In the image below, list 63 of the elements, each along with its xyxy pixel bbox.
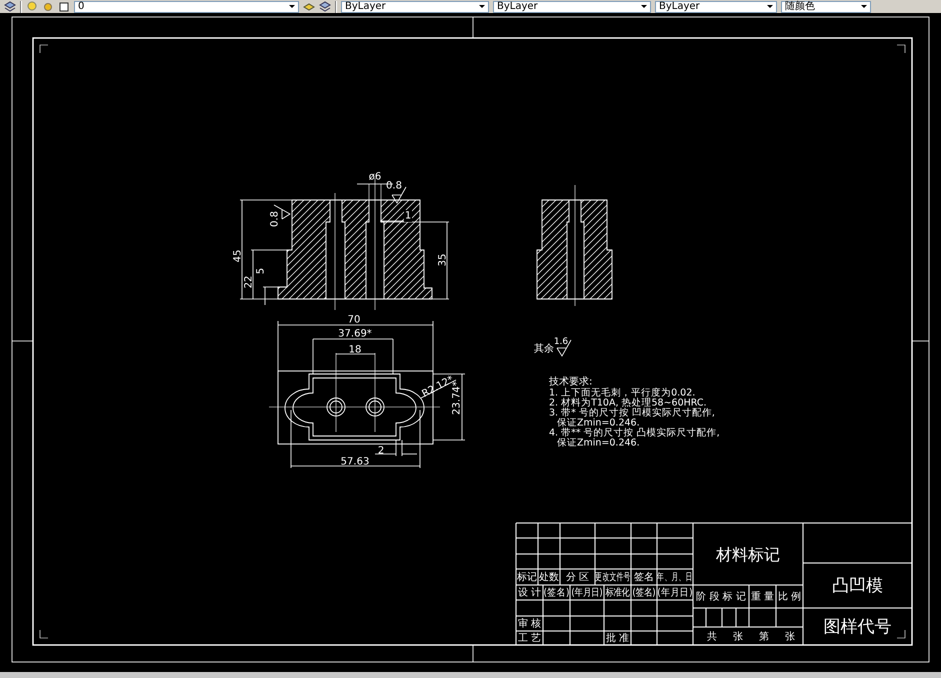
dimension-label: 1 bbox=[404, 210, 412, 222]
stack-icon[interactable] bbox=[4, 1, 16, 12]
dimension-label: 23.74* bbox=[452, 381, 462, 415]
scrollbar[interactable] bbox=[0, 672, 941, 678]
caret-icon bbox=[479, 5, 485, 8]
plot-style-dropdown[interactable]: 随颜色 bbox=[781, 0, 871, 12]
requirement-line: 2. 材料为T10A, 热处理58~60HRC. bbox=[549, 398, 707, 408]
caret-icon bbox=[861, 5, 867, 8]
sheet-count-label: 张 bbox=[785, 632, 795, 642]
table-label: (签名) bbox=[544, 587, 570, 599]
column-header: 分 区 bbox=[566, 572, 590, 583]
dimension-label: 2 bbox=[378, 446, 384, 456]
table-label: 设 计 bbox=[518, 588, 542, 598]
layers-icon[interactable] bbox=[303, 1, 315, 12]
requirement-line: 1. 上下面无毛刺，平行度为0.02. bbox=[549, 388, 696, 398]
dimension-label: 35 bbox=[438, 254, 448, 266]
table-label: 工 艺 bbox=[518, 633, 542, 644]
roughness-value: 1.6 bbox=[554, 337, 568, 347]
color-dropdown[interactable]: ByLayer bbox=[341, 0, 489, 12]
sheet-count-label: 第 bbox=[759, 632, 769, 642]
part-name: 凸凹模 bbox=[832, 576, 883, 596]
column-header: 更改文件号 bbox=[595, 572, 631, 584]
roughness-note-label: 其余 bbox=[534, 344, 554, 354]
column-header: 年、月、日 bbox=[657, 572, 693, 584]
dimension-label: 5 bbox=[256, 268, 266, 274]
sheet-count-label: 张 bbox=[733, 632, 743, 642]
caret-icon bbox=[641, 5, 647, 8]
table-label: (签名) bbox=[632, 587, 656, 599]
requirement-line: 4. 带** 号的尺寸按 凸模实际尺寸配作, bbox=[549, 428, 720, 438]
linetype-dropdown[interactable]: ByLayer bbox=[493, 0, 651, 12]
stack-icon[interactable] bbox=[319, 1, 331, 12]
table-label: 标准化 bbox=[605, 587, 630, 599]
square-icon[interactable] bbox=[58, 1, 70, 12]
requirement-line: 保证Zmin=0.246. bbox=[557, 418, 640, 428]
dimension-label: ø6 bbox=[368, 172, 382, 182]
requirement-line: 3. 带* 号的尺寸按 凹模实际尺寸配作, bbox=[549, 408, 715, 418]
table-label: 审 核 bbox=[518, 618, 542, 630]
column-header: 标记 bbox=[517, 572, 537, 583]
table-label: (年月日) bbox=[571, 587, 603, 599]
column-header: 处数 bbox=[539, 572, 559, 583]
dimension-label: 18 bbox=[348, 344, 362, 356]
drawing-number-label: 图样代号 bbox=[824, 617, 892, 637]
sheet-count-label: 共 bbox=[707, 632, 717, 642]
material-mark-label: 材料标记 bbox=[716, 545, 780, 564]
dimension-label: 57.63 bbox=[340, 456, 370, 468]
requirement-line: 保证Zmin=0.246. bbox=[557, 438, 640, 448]
caret-icon bbox=[289, 5, 295, 8]
column-header: 比 例 bbox=[778, 592, 802, 602]
dimension-label: 22 bbox=[244, 276, 254, 288]
column-header: 签名 bbox=[634, 572, 654, 583]
caret-icon bbox=[767, 5, 773, 8]
dimension-label: 70 bbox=[348, 314, 360, 326]
table-label: 批 准 bbox=[606, 633, 630, 644]
requirements-title: 技术要求: bbox=[549, 376, 592, 388]
lineweight-dropdown[interactable]: ByLayer bbox=[655, 0, 777, 12]
dimension-label: 0.8 bbox=[386, 180, 402, 192]
column-header: 重 量 bbox=[750, 592, 774, 602]
layer-dropdown[interactable]: 0 bbox=[74, 0, 299, 12]
table-label: (年月日) bbox=[657, 587, 693, 599]
dimension-label: 0.8 bbox=[270, 211, 280, 227]
dimension-label: 45 bbox=[232, 250, 244, 262]
dimension-label: 37.69* bbox=[338, 328, 372, 340]
column-header: 阶 段 标 记 bbox=[696, 592, 746, 602]
